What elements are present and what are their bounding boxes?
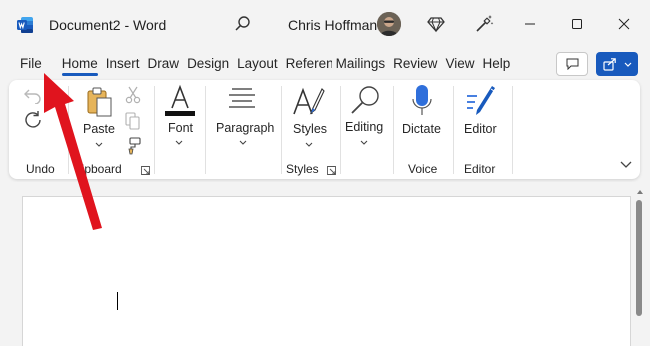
- diamond-icon[interactable]: [427, 15, 445, 33]
- ribbon: Undo Paste lipboard Font Paragraph Style…: [9, 80, 640, 179]
- redo-icon[interactable]: [23, 110, 43, 130]
- comments-button[interactable]: [556, 52, 588, 76]
- chevron-down-icon[interactable]: [95, 142, 103, 147]
- chevron-down-icon: [624, 62, 632, 67]
- tab-file[interactable]: File: [16, 50, 46, 78]
- tab-mailings[interactable]: Mailings: [332, 50, 390, 78]
- dialog-launcher-icon[interactable]: [327, 166, 336, 175]
- tab-insert[interactable]: Insert: [102, 50, 144, 78]
- tab-references[interactable]: Referenc: [282, 50, 332, 78]
- format-painter-icon[interactable]: [124, 137, 142, 155]
- ribbon-tabs: File Home Insert Draw Design Layout Refe…: [16, 50, 514, 78]
- avatar[interactable]: [377, 12, 401, 36]
- chevron-down-icon[interactable]: [175, 140, 183, 145]
- styles-icon[interactable]: [291, 86, 327, 120]
- dialog-launcher-icon[interactable]: [141, 166, 150, 175]
- wand-icon[interactable]: [474, 14, 494, 34]
- title-bar: Document2 - Word Chris Hoffman: [0, 0, 650, 48]
- tab-home[interactable]: Home: [58, 50, 102, 78]
- document-title: Document2 - Word: [49, 17, 167, 33]
- styles-button[interactable]: Styles: [293, 122, 327, 136]
- collapse-ribbon-icon[interactable]: [619, 160, 633, 170]
- dictate-button[interactable]: Dictate: [402, 122, 441, 136]
- font-button[interactable]: Font: [168, 121, 193, 135]
- comment-icon: [566, 58, 579, 70]
- close-button[interactable]: [609, 10, 639, 38]
- editor-icon[interactable]: [463, 84, 497, 118]
- word-logo-icon: [17, 17, 33, 33]
- group-separator: [205, 86, 206, 174]
- tab-design[interactable]: Design: [183, 50, 233, 78]
- minimize-icon: [525, 23, 535, 25]
- paragraph-button[interactable]: Paragraph: [216, 121, 274, 135]
- group-label-voice: Voice: [408, 162, 438, 176]
- maximize-icon: [572, 19, 582, 29]
- editing-icon[interactable]: [349, 84, 383, 116]
- group-separator: [154, 86, 155, 174]
- tab-draw[interactable]: Draw: [144, 50, 184, 78]
- cut-icon[interactable]: [125, 86, 141, 104]
- tab-view[interactable]: View: [441, 50, 478, 78]
- chevron-down-icon[interactable]: [305, 142, 313, 147]
- share-icon: [603, 58, 616, 71]
- group-separator: [453, 86, 454, 174]
- undo-icon[interactable]: [23, 86, 43, 104]
- tab-help[interactable]: Help: [478, 50, 514, 78]
- group-separator: [340, 86, 341, 174]
- vertical-scrollbar[interactable]: [636, 200, 642, 316]
- group-separator: [393, 86, 394, 174]
- font-icon[interactable]: [163, 84, 197, 118]
- group-separator: [281, 86, 282, 174]
- group-label-clipboard: lipboard: [79, 162, 122, 176]
- group-label-editor: Editor: [464, 162, 496, 176]
- document-page[interactable]: [22, 196, 631, 346]
- chevron-down-icon[interactable]: [239, 140, 247, 145]
- editor-button[interactable]: Editor: [464, 122, 497, 136]
- close-icon: [618, 18, 630, 30]
- group-label-undo: Undo: [26, 162, 55, 176]
- maximize-button[interactable]: [562, 10, 592, 38]
- tab-review[interactable]: Review: [389, 50, 441, 78]
- copy-icon[interactable]: [125, 112, 141, 130]
- text-cursor: [117, 292, 118, 310]
- editing-button[interactable]: Editing: [345, 120, 383, 134]
- group-separator: [68, 86, 69, 174]
- search-icon[interactable]: [234, 15, 252, 33]
- paragraph-icon[interactable]: [227, 87, 257, 113]
- tab-layout[interactable]: Layout: [233, 50, 282, 78]
- paste-icon[interactable]: [85, 86, 115, 118]
- paste-button[interactable]: Paste: [83, 122, 115, 136]
- share-button[interactable]: [596, 52, 638, 76]
- chevron-down-icon[interactable]: [360, 140, 368, 145]
- dictate-icon[interactable]: [411, 84, 433, 118]
- group-label-styles: Styles: [286, 162, 319, 176]
- user-name[interactable]: Chris Hoffman: [288, 17, 377, 33]
- minimize-button[interactable]: [515, 10, 545, 38]
- group-separator: [512, 86, 513, 174]
- scroll-up-icon[interactable]: [636, 188, 644, 196]
